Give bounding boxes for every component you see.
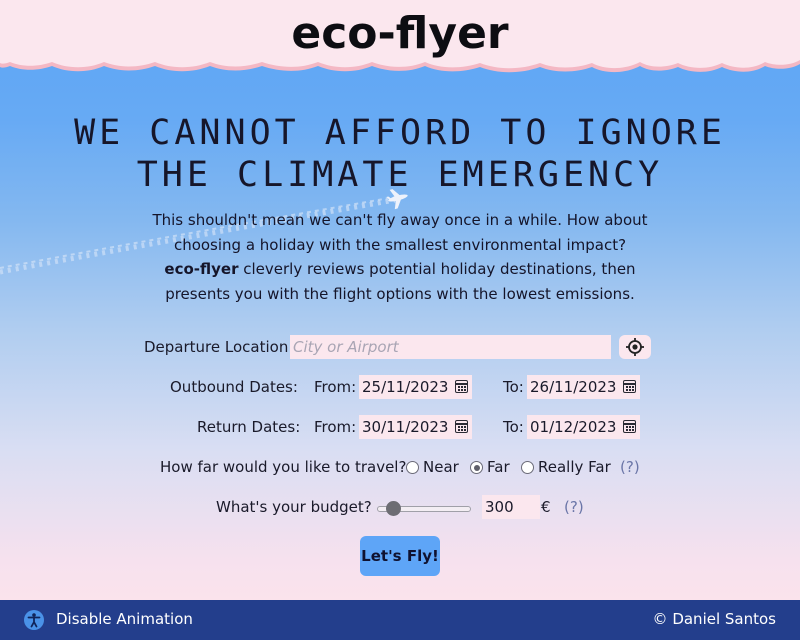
distance-help[interactable]: (?) [620, 458, 640, 476]
budget-help[interactable]: (?) [564, 498, 584, 516]
radio-really-far-label[interactable]: Really Far [538, 458, 611, 476]
departure-input[interactable]: City or Airport [290, 335, 611, 359]
radio-near-label[interactable]: Near [423, 458, 459, 476]
disable-animation-button[interactable]: Disable Animation [56, 610, 193, 628]
outbound-to-date[interactable]: 26/11/2023 [527, 375, 640, 399]
headline-line-1: WE CANNOT AFFORD TO IGNORE [74, 113, 726, 153]
lets-fly-button[interactable]: Let's Fly! [360, 536, 440, 576]
radio-really-far[interactable] [521, 461, 534, 474]
calendar-icon[interactable] [455, 380, 468, 393]
return-to-date[interactable]: 01/12/2023 [527, 415, 640, 439]
intro-line: This shouldn't mean we can't fly away on… [152, 211, 648, 229]
departure-label: Departure Location [144, 338, 289, 356]
budget-value: 300 [485, 498, 514, 516]
outbound-to-label: To: [503, 378, 524, 396]
return-to-label: To: [503, 418, 524, 436]
calendar-icon[interactable] [455, 420, 468, 433]
outbound-to-value: 26/11/2023 [530, 378, 617, 396]
outbound-from-value: 25/11/2023 [362, 378, 449, 396]
locate-button[interactable] [619, 335, 651, 359]
intro-line-part: cleverly reviews potential holiday desti… [238, 260, 636, 278]
headline-line-2: THE CLIMATE EMERGENCY [136, 155, 664, 195]
outbound-label: Outbound Dates: [170, 378, 298, 396]
currency-symbol: € [541, 498, 551, 516]
cloud-header: eco-flyer [0, 0, 800, 78]
app-logo[interactable]: eco-flyer [0, 8, 800, 59]
intro-paragraph: This shouldn't mean we can't fly away on… [150, 208, 650, 306]
return-from-label: From: [314, 418, 357, 436]
radio-far[interactable] [470, 461, 483, 474]
outbound-from-label: From: [314, 378, 357, 396]
intro-line: eco-flyer cleverly reviews potential hol… [150, 257, 650, 282]
intro-line: presents you with the flight options wit… [165, 284, 635, 303]
radio-far-label[interactable]: Far [487, 458, 510, 476]
footer: Disable Animation © Daniel Santos [0, 600, 800, 640]
return-label: Return Dates: [197, 418, 301, 436]
budget-input[interactable]: 300 [482, 495, 540, 519]
outbound-from-date[interactable]: 25/11/2023 [359, 375, 472, 399]
return-to-value: 01/12/2023 [530, 418, 617, 436]
calendar-icon[interactable] [623, 420, 636, 433]
calendar-icon[interactable] [623, 380, 636, 393]
budget-slider-thumb[interactable] [386, 501, 402, 516]
budget-label: What's your budget? [216, 498, 372, 516]
distance-question: How far would you like to travel? [160, 458, 407, 476]
return-from-date[interactable]: 30/11/2023 [359, 415, 472, 439]
radio-near[interactable] [406, 461, 419, 474]
intro-brand: eco-flyer [164, 260, 239, 278]
return-from-value: 30/11/2023 [362, 418, 449, 436]
headline: WE CANNOT AFFORD TO IGNORE THE CLIMATE E… [0, 112, 800, 196]
intro-line: choosing a holiday with the smallest env… [173, 235, 627, 254]
accessibility-icon[interactable] [24, 610, 44, 630]
copyright: © Daniel Santos [652, 610, 776, 628]
departure-placeholder: City or Airport [293, 338, 399, 356]
locate-icon [626, 338, 644, 356]
